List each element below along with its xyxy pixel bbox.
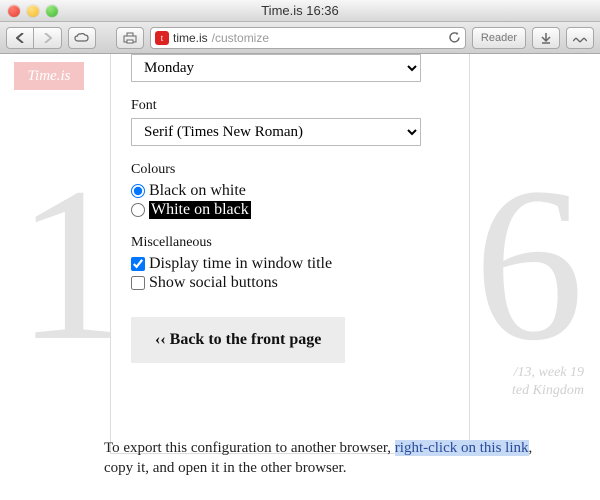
tabs-icon xyxy=(573,33,587,43)
misc-check-1[interactable] xyxy=(131,257,145,271)
close-window-button[interactable] xyxy=(8,5,20,17)
misc-check-2[interactable] xyxy=(131,276,145,290)
font-select[interactable]: Serif (Times New Roman) xyxy=(131,118,421,146)
page-content: Time.is 1 6 /13, week 19 ted Kingdom Mon… xyxy=(0,54,600,500)
misc-option1-label: Display time in window title xyxy=(149,255,332,273)
colour-option1-label: Black on white xyxy=(149,182,246,200)
colour-option-white-on-black[interactable]: White on black xyxy=(131,201,449,219)
minimize-window-button[interactable] xyxy=(27,5,39,17)
window-title: Time.is 16:36 xyxy=(0,3,600,18)
url-path: /customize xyxy=(212,31,269,45)
zoom-window-button[interactable] xyxy=(46,5,58,17)
printer-icon xyxy=(123,32,137,44)
misc-label: Miscellaneous xyxy=(131,235,449,251)
font-label: Font xyxy=(131,98,449,114)
traffic-lights xyxy=(8,5,58,17)
export-text-before: To export this configuration to another … xyxy=(104,440,395,456)
colour-radio-2[interactable] xyxy=(131,203,145,217)
colour-radio-1[interactable] xyxy=(131,184,145,198)
back-to-front-button[interactable]: ‹‹ Back to the front page xyxy=(131,317,345,363)
bg-digit-right: 6 xyxy=(474,154,584,374)
address-bar[interactable]: t time.is/customize xyxy=(150,27,466,49)
customize-panel: Monday Font Serif (Times New Roman) Colo… xyxy=(110,54,470,454)
downloads-button[interactable] xyxy=(532,27,560,49)
forward-button[interactable] xyxy=(34,27,62,49)
back-button[interactable] xyxy=(6,27,34,49)
export-config-link[interactable]: right-click on this link xyxy=(395,440,529,456)
weekday-select[interactable]: Monday xyxy=(131,54,421,82)
site-logo[interactable]: Time.is xyxy=(14,62,84,90)
colour-option-black-on-white[interactable]: Black on white xyxy=(131,182,449,200)
print-button[interactable] xyxy=(116,27,144,49)
colour-option2-label: White on black xyxy=(149,201,251,219)
site-favicon: t xyxy=(155,31,169,45)
download-icon xyxy=(540,32,552,44)
bg-meta-date: /13, week 19 xyxy=(512,364,584,382)
tabs-overview-button[interactable] xyxy=(566,27,594,49)
url-domain: time.is xyxy=(173,31,208,45)
bg-meta-location: ted Kingdom xyxy=(512,382,584,400)
reload-icon xyxy=(448,31,461,44)
reload-button[interactable] xyxy=(448,31,461,44)
chevron-right-icon xyxy=(43,33,52,43)
colours-label: Colours xyxy=(131,162,449,178)
misc-option-title-time[interactable]: Display time in window title xyxy=(131,255,449,273)
background-meta: /13, week 19 ted Kingdom xyxy=(512,364,584,400)
icloud-tabs-button[interactable] xyxy=(68,27,96,49)
misc-option2-label: Show social buttons xyxy=(149,274,278,292)
export-hint: To export this configuration to another … xyxy=(104,439,540,478)
reader-button[interactable]: Reader xyxy=(472,27,526,49)
cloud-icon xyxy=(74,33,90,43)
window-titlebar: Time.is 16:36 xyxy=(0,0,600,22)
misc-option-social[interactable]: Show social buttons xyxy=(131,274,449,292)
chevron-left-icon xyxy=(16,33,25,43)
browser-toolbar: t time.is/customize Reader xyxy=(0,22,600,54)
